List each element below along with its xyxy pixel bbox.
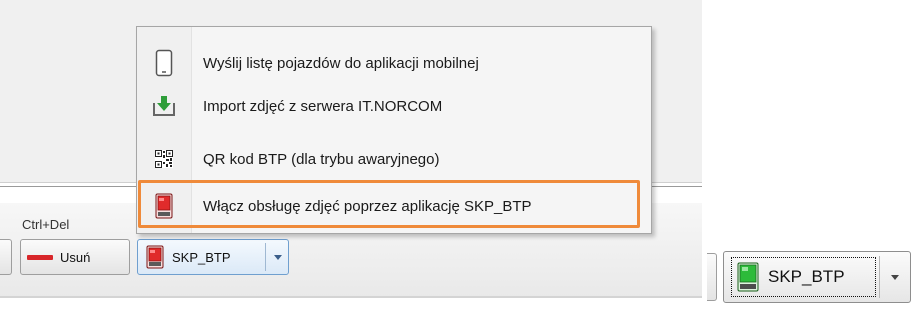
skp-btp-split-button[interactable]: SKP_BTP bbox=[137, 239, 289, 275]
menu-item-qr-code[interactable]: QR kod BTP (dla trybu awaryjnego) bbox=[137, 137, 651, 181]
toolbar-button-partial[interactable] bbox=[0, 239, 12, 275]
dropdown-arrow-button[interactable] bbox=[885, 266, 905, 288]
chevron-down-icon bbox=[891, 274, 899, 280]
skp-button-label: SKP_BTP bbox=[768, 267, 845, 286]
menu-item-label: Import zdjęć z serwera IT.NORCOM bbox=[203, 97, 443, 115]
left-screenshot-panel: Ctrl+Del Usuń SKP_BTP Wyślij listę pojaz… bbox=[0, 0, 702, 322]
menu-item-send-vehicle-list[interactable]: Wyślij listę pojazdów do aplikacji mobil… bbox=[137, 41, 651, 85]
skp-green-device-icon bbox=[736, 262, 760, 292]
delete-button[interactable]: Usuń bbox=[20, 239, 130, 275]
skp-red-device-icon bbox=[144, 245, 166, 269]
delete-button-label: Usuń bbox=[60, 249, 91, 265]
menu-item-import-photos[interactable]: Import zdjęć z serwera IT.NORCOM bbox=[137, 84, 651, 128]
dropdown-menu: Wyślij listę pojazdów do aplikacji mobil… bbox=[136, 26, 652, 234]
qr-code-icon bbox=[137, 137, 191, 181]
dropdown-arrow-button[interactable] bbox=[270, 246, 286, 268]
toolbar-bottom-border bbox=[0, 296, 702, 298]
right-crop-panel: SKP_BTP bbox=[707, 239, 916, 322]
menu-item-enable-skp-photos[interactable]: Włącz obsługę zdjęć poprzez aplikację SK… bbox=[137, 184, 651, 228]
import-download-icon bbox=[137, 84, 191, 128]
chevron-down-icon bbox=[274, 254, 282, 260]
menu-item-label: Włącz obsługę zdjęć poprzez aplikację SK… bbox=[203, 197, 532, 215]
menu-item-label: QR kod BTP (dla trybu awaryjnego) bbox=[203, 150, 440, 168]
menu-item-label: Wyślij listę pojazdów do aplikacji mobil… bbox=[203, 54, 479, 72]
split-separator bbox=[879, 256, 880, 298]
skp-red-device-icon bbox=[137, 184, 191, 228]
mobile-phone-icon bbox=[137, 41, 191, 85]
focus-rectangle: SKP_BTP bbox=[731, 257, 876, 297]
minus-icon bbox=[27, 254, 53, 260]
shortcut-label: Ctrl+Del bbox=[22, 217, 70, 232]
split-separator bbox=[265, 243, 266, 271]
toolbar-button-partial[interactable] bbox=[707, 253, 717, 301]
skp-button-label: SKP_BTP bbox=[172, 249, 231, 265]
skp-btp-split-button[interactable]: SKP_BTP bbox=[723, 251, 911, 303]
